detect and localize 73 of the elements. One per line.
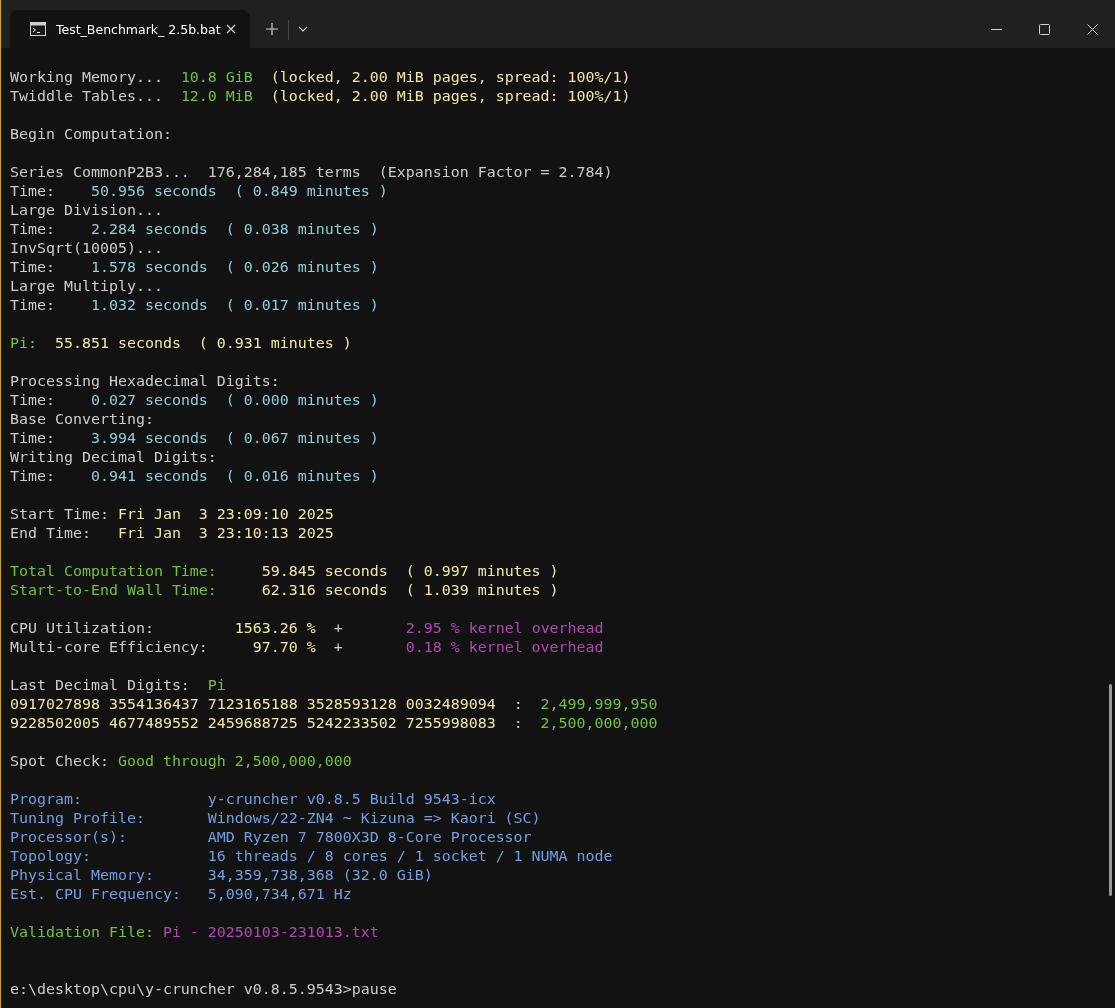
- output-text: (locked, 2.00 MiB pages, spread: 100%/1): [269, 87, 631, 105]
- output-text: Validation File:: [10, 923, 155, 941]
- output-text: Time:: [10, 296, 56, 314]
- output-text: Large Division...: [10, 201, 163, 219]
- output-text: (locked, 2.00 MiB pages, spread: 100%/1): [269, 68, 631, 86]
- output-text: Fri Jan 3 23:09:10 2025: [117, 505, 334, 523]
- output-text: Time:: [10, 220, 56, 238]
- output-text: 1.032 seconds ( 0.017 minutes ): [90, 296, 379, 314]
- output-text: 0.18 % kernel overhead: [405, 638, 604, 656]
- output-text: 9228502005 4677489552 2459688725 5242233502 7255998083: [10, 714, 496, 732]
- output-text: 2.95 % kernel overhead: [405, 619, 604, 637]
- output-text: Twiddle Tables...: [10, 87, 164, 105]
- output-text: 1.578 seconds ( 0.026 minutes ): [90, 258, 379, 276]
- output-text: :: [512, 714, 524, 732]
- close-tab-icon[interactable]: [226, 24, 236, 34]
- output-text: e:\desktop\cpu\y-cruncher v0.8.5.9543>pause: [10, 980, 397, 998]
- output-text: 2.284 seconds ( 0.038 minutes ): [90, 220, 379, 238]
- output-text: Start-to-End Wall Time:: [10, 581, 218, 599]
- output-text: Base Converting:: [10, 410, 154, 428]
- output-text: Multi-core Efficiency:: [10, 638, 209, 656]
- output-text: 10.8 GiB: [180, 68, 253, 86]
- chevron-down-icon[interactable]: [298, 26, 308, 32]
- output-text: 62.316 seconds ( 1.039 minutes ): [261, 581, 559, 599]
- output-text: Writing Decimal Digits:: [10, 448, 217, 466]
- output-text: Topology: 16 threads / 8 cores / 1 socket / 1 NUMA node: [10, 847, 613, 865]
- output-text: 55.851 seconds ( 0.931 minutes ): [54, 334, 352, 352]
- output-text: End Time:: [10, 524, 92, 542]
- output-text: Processing Hexadecimal Digits:: [10, 372, 280, 390]
- scrollbar-thumb[interactable]: [1109, 684, 1112, 896]
- output-text: Pi - 20250103-231013.txt: [162, 923, 379, 941]
- output-text: Est. CPU Frequency: 5,090,734,671 Hz: [10, 885, 352, 903]
- output-text: 2,500,000,000: [540, 714, 658, 732]
- output-text: +: [332, 638, 344, 656]
- output-text: Spot Check:: [10, 752, 110, 770]
- output-text: 12.0 MiB: [180, 87, 253, 105]
- maximize-icon[interactable]: [1039, 24, 1050, 35]
- new-tab-icon[interactable]: [266, 23, 278, 35]
- output-text: 2,499,999,950: [540, 695, 658, 713]
- output-text: Last Decimal Digits:: [10, 676, 191, 694]
- output-text: 3.994 seconds ( 0.067 minutes ): [90, 429, 379, 447]
- output-text: 97.70 %: [252, 638, 316, 656]
- output-text: Series CommonP2B3... 176,284,185 terms (Expansion Factor = 2.784): [10, 163, 613, 181]
- output-text: Pi: [207, 676, 226, 694]
- output-text: +: [332, 619, 344, 637]
- output-text: Start Time:: [10, 505, 110, 523]
- output-text: Time:: [10, 182, 56, 200]
- close-icon[interactable]: [1087, 24, 1098, 35]
- output-text: 0917027898 3554136437 7123165188 3528593128 0032489094: [10, 695, 496, 713]
- output-text: Working Memory...: [10, 68, 164, 86]
- terminal-icon: [30, 22, 46, 36]
- output-text: 59.845 seconds ( 0.997 minutes ): [261, 562, 559, 580]
- output-text: Time:: [10, 258, 56, 276]
- output-text: :: [512, 695, 524, 713]
- output-text: Time:: [10, 429, 56, 447]
- terminal-tab[interactable]: Test_Benchmark_ 2.5b.bat: [10, 10, 250, 48]
- output-text: Fri Jan 3 23:10:13 2025: [117, 524, 334, 542]
- output-text: InvSqrt(10005)...: [10, 239, 163, 257]
- output-text: CPU Utilization:: [10, 619, 155, 637]
- output-text: 1563.26 %: [234, 619, 316, 637]
- output-text: Physical Memory: 34,359,738,368 (32.0 GiB): [10, 866, 433, 884]
- output-text: 0.027 seconds ( 0.000 minutes ): [90, 391, 379, 409]
- output-text: Time:: [10, 467, 56, 485]
- output-text: Program: y-cruncher v0.8.5 Build 9543-icx: [10, 790, 496, 808]
- output-text: Total Computation Time:: [10, 562, 218, 580]
- output-text: Pi:: [10, 334, 38, 352]
- output-text: Good through 2,500,000,000: [117, 752, 352, 770]
- output-text: 50.956 seconds ( 0.849 minutes ): [90, 182, 388, 200]
- output-text: Large Multiply...: [10, 277, 163, 295]
- output-text: 0.941 seconds ( 0.016 minutes ): [90, 467, 379, 485]
- output-text: Tuning Profile: Windows/22-ZN4 ~ Kizuna => Kaori (SC): [10, 809, 541, 827]
- output-text: Processor(s): AMD Ryzen 7 7800X3D 8-Core Processor: [10, 828, 532, 846]
- output-text: Time:: [10, 391, 56, 409]
- output-text: Begin Computation:: [10, 125, 172, 143]
